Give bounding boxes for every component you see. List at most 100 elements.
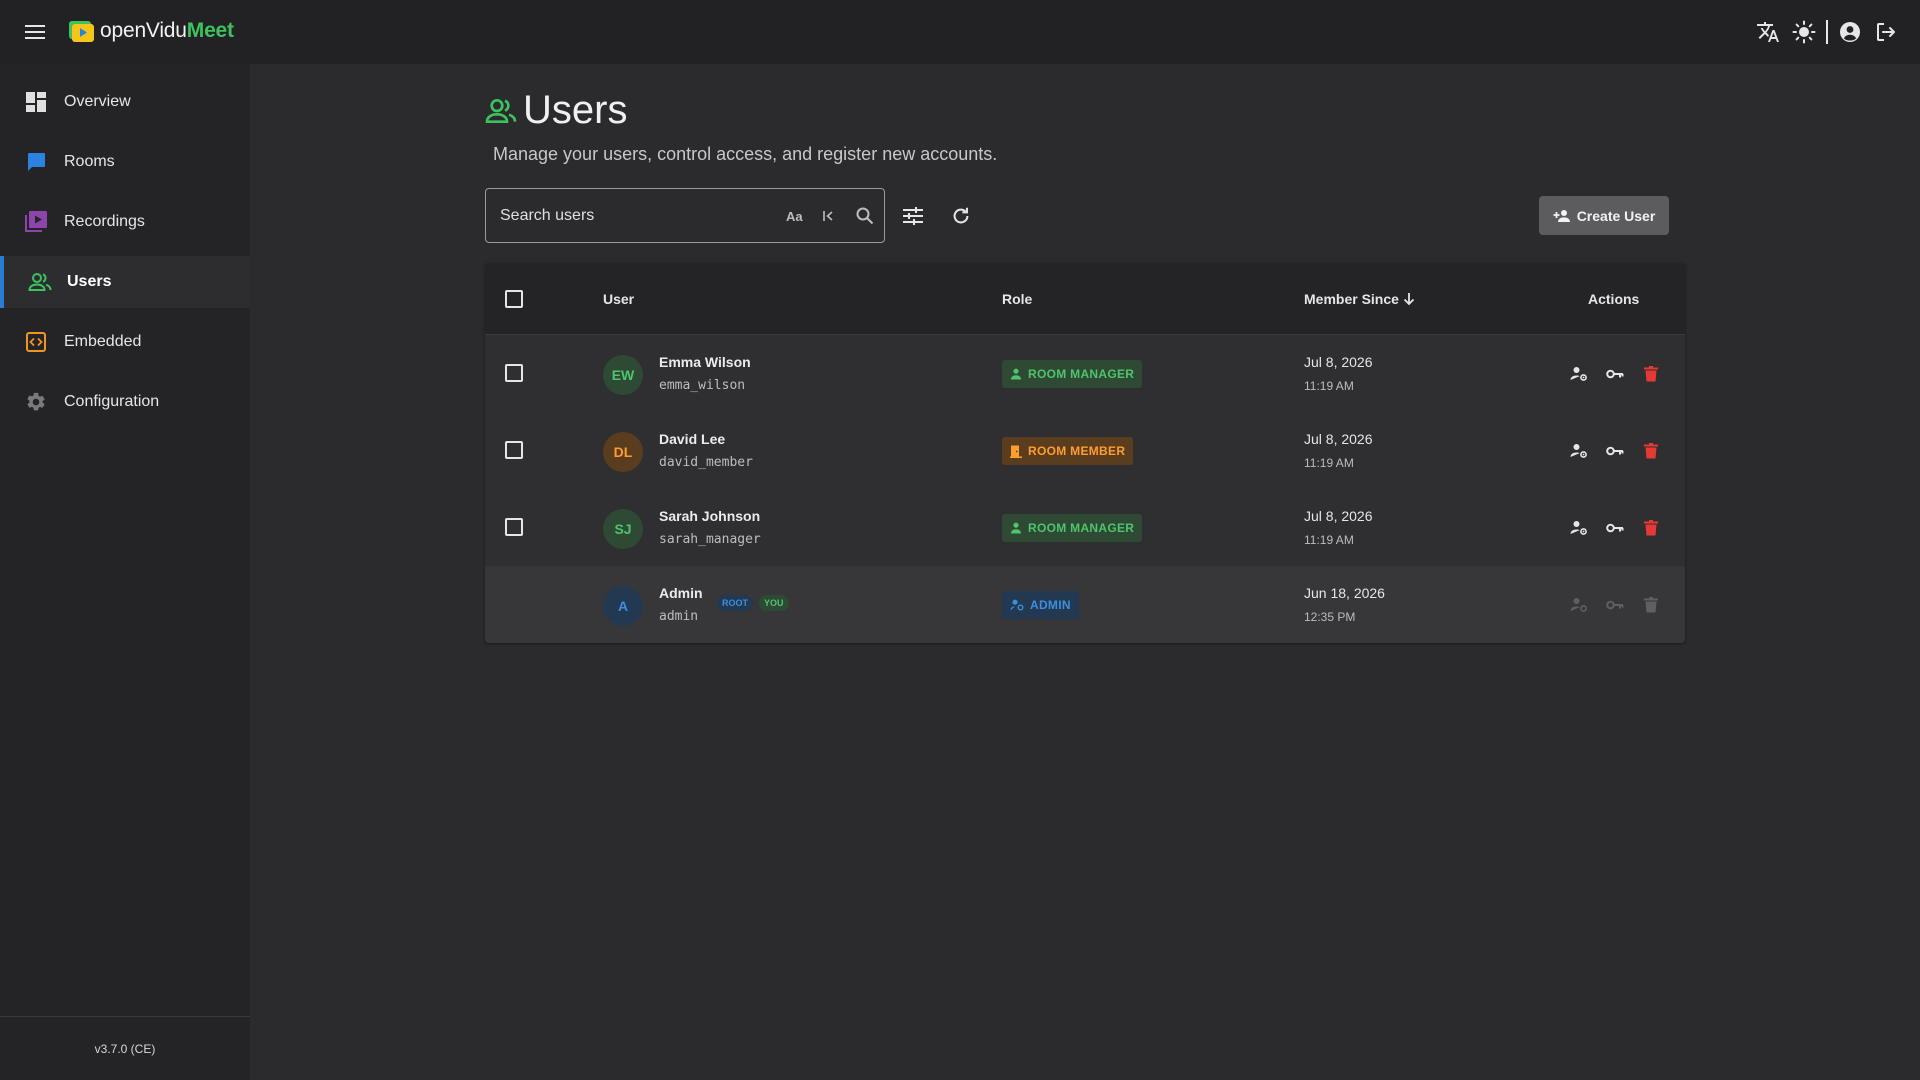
- person-icon: [1010, 368, 1022, 380]
- avatar: EW: [603, 355, 643, 395]
- light-mode-icon[interactable]: [1786, 16, 1822, 48]
- search-icon[interactable]: [855, 205, 875, 227]
- column-header-member-since[interactable]: Member Since: [1304, 291, 1415, 307]
- match-case-toggle[interactable]: Aa: [786, 205, 803, 227]
- row-checkbox[interactable]: [505, 518, 523, 536]
- translate-icon[interactable]: [1750, 16, 1786, 48]
- sidebar-item-overview[interactable]: Overview: [0, 76, 250, 128]
- users-icon: [28, 270, 52, 294]
- prefix-search-toggle[interactable]: [821, 205, 835, 227]
- user-name: Admin: [659, 585, 703, 601]
- role-badge: ROOM MANAGER: [1002, 514, 1143, 542]
- page-header: Users: [485, 88, 627, 133]
- page-subtitle: Manage your users, control access, and r…: [493, 144, 998, 164]
- gear-icon: [24, 390, 48, 414]
- top-bar: openViduMeet: [0, 0, 1920, 64]
- admin-icon: [1010, 599, 1024, 611]
- video-library-icon: [24, 210, 48, 234]
- column-header-role: Role: [1002, 291, 1033, 307]
- delete-icon[interactable]: [1639, 516, 1663, 540]
- role-badge: ADMIN: [1002, 591, 1079, 619]
- member-since-date: Jun 18, 2026: [1304, 585, 1385, 601]
- sidebar-item-users[interactable]: Users: [0, 256, 250, 308]
- sidebar-item-label: Embedded: [64, 333, 142, 350]
- users-table: User Role Member Since Actions EW Emma W…: [485, 263, 1685, 643]
- logo-icon: [68, 18, 94, 44]
- avatar: DL: [603, 432, 643, 472]
- avatar: SJ: [603, 509, 643, 549]
- member-since-time: 12:35 PM: [1304, 610, 1356, 624]
- table-row: A Admin ROOT YOU admin ADMIN Jun 18, 202…: [485, 566, 1685, 643]
- role-badge: ROOM MEMBER: [1002, 437, 1134, 465]
- row-checkbox[interactable]: [505, 364, 523, 382]
- manage-roles-icon[interactable]: [1567, 516, 1591, 540]
- user-handle: david_member: [659, 455, 753, 470]
- sidebar: Overview Rooms Recordings Users Embedded…: [0, 64, 250, 1080]
- sidebar-item-embedded[interactable]: Embedded: [0, 316, 250, 368]
- refresh-icon[interactable]: [944, 199, 978, 233]
- filter-icon[interactable]: [896, 199, 930, 233]
- search-input[interactable]: [500, 189, 760, 242]
- column-header-user: User: [603, 291, 635, 307]
- delete-icon[interactable]: [1639, 439, 1663, 463]
- key-icon[interactable]: [1603, 516, 1627, 540]
- app-logo[interactable]: openViduMeet: [68, 18, 234, 44]
- role-badge: ROOM MANAGER: [1002, 360, 1143, 388]
- sidebar-item-label: Users: [67, 273, 112, 290]
- top-actions: [1750, 16, 1904, 48]
- user-name: David Lee: [659, 431, 726, 447]
- role-label: ROOM MANAGER: [1028, 367, 1135, 381]
- table-row: EW Emma Wilson emma_wilson ROOM MANAGER …: [485, 335, 1685, 412]
- role-label: ADMIN: [1030, 598, 1071, 612]
- user-name: Emma Wilson: [659, 354, 751, 370]
- users-icon: [485, 97, 517, 125]
- arrow-down-icon: [1403, 292, 1415, 306]
- member-since-label: Member Since: [1304, 291, 1399, 307]
- create-user-button[interactable]: Create User: [1539, 196, 1669, 235]
- select-all-checkbox[interactable]: [505, 290, 523, 308]
- person-icon: [1010, 522, 1022, 534]
- page-title: Users: [523, 88, 628, 132]
- account-icon[interactable]: [1832, 16, 1868, 48]
- avatar: A: [603, 586, 643, 626]
- table-header: User Role Member Since Actions: [485, 263, 1685, 335]
- row-checkbox[interactable]: [505, 441, 523, 459]
- user-name: Sarah Johnson: [659, 508, 761, 524]
- member-since-time: 11:19 AM: [1304, 533, 1354, 547]
- dashboard-icon: [24, 90, 48, 114]
- sidebar-item-label: Configuration: [64, 393, 160, 410]
- root-badge: ROOT: [717, 595, 753, 611]
- manage-roles-icon[interactable]: [1567, 362, 1591, 386]
- delete-icon[interactable]: [1639, 362, 1663, 386]
- member-since-date: Jul 8, 2026: [1304, 508, 1373, 524]
- divider: [1826, 20, 1828, 44]
- menu-icon[interactable]: [20, 18, 50, 46]
- table-row: SJ Sarah Johnson sarah_manager ROOM MANA…: [485, 489, 1685, 566]
- search-field[interactable]: Aa: [485, 188, 885, 243]
- member-since-time: 11:19 AM: [1304, 379, 1354, 393]
- manage-roles-icon[interactable]: [1567, 439, 1591, 463]
- member-since-time: 11:19 AM: [1304, 456, 1354, 470]
- member-since-date: Jul 8, 2026: [1304, 354, 1373, 370]
- key-icon[interactable]: [1603, 362, 1627, 386]
- sidebar-item-label: Recordings: [64, 213, 145, 230]
- user-handle: sarah_manager: [659, 532, 761, 547]
- create-user-label: Create User: [1576, 207, 1656, 224]
- sidebar-item-recordings[interactable]: Recordings: [0, 196, 250, 248]
- sidebar-item-label: Rooms: [64, 153, 115, 170]
- column-header-actions: Actions: [1588, 291, 1640, 307]
- role-label: ROOM MEMBER: [1028, 444, 1126, 458]
- table-row: DL David Lee david_member ROOM MEMBER Ju…: [485, 412, 1685, 489]
- key-icon[interactable]: [1603, 439, 1627, 463]
- logo-text: openViduMeet: [100, 19, 234, 42]
- delete-icon: [1639, 593, 1663, 617]
- chat-bubble-icon: [24, 150, 48, 174]
- sidebar-item-label: Overview: [64, 93, 131, 110]
- sidebar-item-rooms[interactable]: Rooms: [0, 136, 250, 188]
- manage-roles-icon: [1567, 593, 1591, 617]
- role-label: ROOM MANAGER: [1028, 521, 1135, 535]
- member-since-date: Jul 8, 2026: [1304, 431, 1373, 447]
- sidebar-item-configuration[interactable]: Configuration: [0, 376, 250, 428]
- you-badge: YOU: [759, 595, 789, 611]
- logout-icon[interactable]: [1868, 16, 1904, 48]
